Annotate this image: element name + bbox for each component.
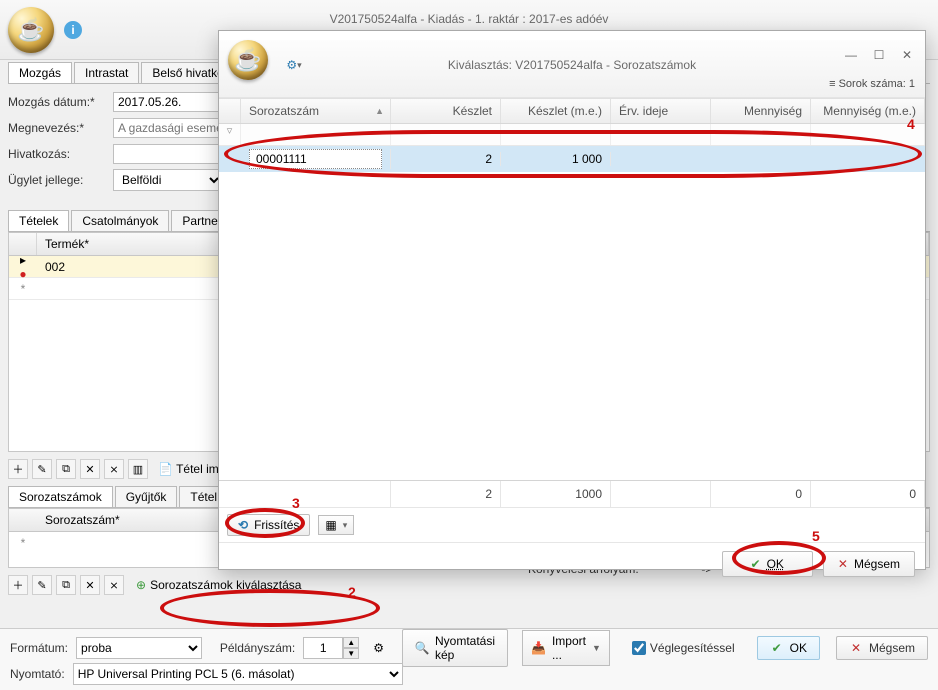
toolbar-export-icon[interactable]: ▥	[128, 459, 148, 479]
toolbar-delete-icon[interactable]: ✕	[80, 575, 100, 595]
add-icon: ⊕	[136, 578, 146, 592]
toolbar-delete-icon[interactable]: ✕	[80, 459, 100, 479]
toolbar-copy-icon[interactable]: ⧉	[56, 459, 76, 479]
check-icon: ✔	[751, 557, 761, 571]
sum-mennyiseg-me: 0	[811, 481, 925, 507]
dialog-gear-dropdown[interactable]: ⚙ ▾	[281, 54, 307, 76]
dialog-table[interactable]: Sorozatszám Készlet Készlet (m.e.) Érv. …	[219, 98, 925, 480]
info-icon[interactable]: i	[64, 21, 82, 39]
toolbar-add-icon[interactable]: ＋	[8, 459, 28, 479]
bottom-bar: Formátum: proba Példányszám: ▲▼ ⚙ 🔍Nyomt…	[0, 628, 938, 690]
spinner-up-icon[interactable]: ▲	[343, 637, 359, 648]
app-logo-icon: ☕	[228, 40, 268, 80]
dialog-title: Kiválasztás: V201750524alfa - Sorozatszá…	[448, 58, 696, 72]
dialog-header: ☕ ⚙ ▾ Kiválasztás: V201750524alfa - Soro…	[219, 40, 925, 98]
chevron-down-icon: ▾	[343, 520, 348, 531]
grid-options-dropdown[interactable]: ▦▾	[318, 515, 354, 535]
label-ugylet-jellege: Ügylet jellege:	[8, 173, 113, 187]
tab-csatolmanyok[interactable]: Csatolmányok	[71, 210, 169, 231]
refresh-icon: ⟲	[238, 518, 248, 532]
toolbar-remove-icon[interactable]: ⨯	[104, 575, 124, 595]
col-erv-ideje[interactable]: Érv. ideje	[611, 99, 711, 123]
toolbar-edit-icon[interactable]: ✎	[32, 459, 52, 479]
col-mennyiseg[interactable]: Mennyiség	[711, 99, 811, 123]
gear-icon[interactable]: ⚙	[373, 641, 384, 655]
row-count-label: Sorok száma: 1	[829, 78, 915, 90]
col-sorozatszam[interactable]: Sorozatszám	[241, 99, 391, 123]
main-window-title: V201750524alfa - Kiadás - 1. raktár : 20…	[330, 12, 609, 26]
tab-intrastat[interactable]: Intrastat	[74, 62, 139, 83]
label-nyomtato: Nyomtató:	[10, 667, 65, 681]
minimize-icon[interactable]: —	[839, 46, 863, 64]
checkbox-veglegesitessel[interactable]	[632, 641, 646, 655]
dialog-sum-row: 2 1000 0 0	[219, 480, 925, 507]
serial-selection-dialog: ☕ ⚙ ▾ Kiválasztás: V201750524alfa - Soro…	[218, 30, 926, 570]
cell-keszlet-me: 1 000	[501, 152, 611, 166]
select-ugylet-jellege[interactable]: Belföldi	[113, 169, 223, 191]
close-icon: ✕	[838, 557, 848, 571]
cell-sorozatszam-input[interactable]	[249, 149, 382, 169]
tab-gyujtok[interactable]: Gyűjtők	[115, 486, 178, 507]
main-ok-button[interactable]: ✔OK	[757, 636, 820, 660]
import-icon: 📥	[531, 641, 546, 655]
toolbar-copy-icon[interactable]: ⧉	[56, 575, 76, 595]
label-formatum: Formátum:	[10, 641, 68, 655]
main-cancel-button[interactable]: ✕Mégsem	[836, 636, 928, 660]
label-veglegesitessel: Véglegesítéssel	[650, 641, 735, 655]
spinner-down-icon[interactable]: ▼	[343, 648, 359, 659]
gear-icon: ⚙	[286, 58, 297, 72]
input-hivatkozas[interactable]	[113, 144, 223, 164]
print-preview-button[interactable]: 🔍Nyomtatási kép	[402, 629, 508, 667]
select-nyomtato[interactable]: HP Universal Printing PCL 5 (6. másolat)	[73, 663, 403, 685]
cell-keszlet: 2	[391, 152, 501, 166]
grid-icon: ▦	[325, 518, 336, 532]
sum-keszlet-me: 1000	[501, 481, 611, 507]
toolbar-remove-icon[interactable]: ⨯	[104, 459, 124, 479]
toolbar-edit-icon[interactable]: ✎	[32, 575, 52, 595]
tab-mozgas[interactable]: Mozgás	[8, 62, 72, 83]
chevron-down-icon: ▾	[297, 60, 302, 71]
dialog-table-header: Sorozatszám Készlet Készlet (m.e.) Érv. …	[219, 99, 925, 124]
veglegesitessel-checkbox[interactable]: Véglegesítéssel	[632, 641, 735, 655]
maximize-icon[interactable]: ☐	[867, 46, 891, 64]
chevron-down-icon: ▼	[592, 643, 601, 653]
col-termek[interactable]: Termék*	[45, 237, 89, 251]
app-logo-icon: ☕	[8, 7, 54, 53]
tab-sorozatszamok[interactable]: Sorozatszámok	[8, 486, 113, 507]
peldanyszam-spinner[interactable]: ▲▼	[303, 637, 359, 659]
table-row[interactable]: 2 1 000	[219, 146, 925, 172]
import-dropdown-button[interactable]: 📥Import ...▼	[522, 630, 610, 666]
dialog-cancel-button[interactable]: ✕Mégsem	[823, 551, 915, 577]
close-icon[interactable]: ✕	[895, 46, 919, 64]
refresh-button[interactable]: ⟲Frissítés	[227, 514, 310, 536]
select-formatum[interactable]: proba	[76, 637, 202, 659]
input-mozgas-datum[interactable]	[113, 92, 223, 112]
dialog-action-row: ⟲Frissítés ▦▾	[219, 507, 925, 542]
label-mozgas-datum: Mozgás dátum:*	[8, 95, 113, 109]
tab-tetelek[interactable]: Tételek	[8, 210, 69, 231]
magnifier-icon: 🔍	[415, 641, 429, 655]
filter-icon[interactable]: ▿	[219, 124, 241, 145]
dialog-ok-button[interactable]: ✔OK	[722, 551, 813, 577]
label-peldanyszam: Példányszám:	[220, 641, 295, 655]
dialog-filter-row[interactable]: ▿	[219, 124, 925, 146]
dialog-button-row: ✔OK ✕Mégsem	[219, 542, 925, 585]
label-megnevezes: Megnevezés:*	[8, 121, 113, 135]
label-hivatkozas: Hivatkozás:	[8, 147, 113, 161]
sum-mennyiseg: 0	[711, 481, 811, 507]
check-icon: ✔	[770, 641, 784, 655]
sum-keszlet: 2	[391, 481, 501, 507]
col-mennyiseg-me[interactable]: Mennyiség (m.e.)	[811, 99, 925, 123]
col-keszlet[interactable]: Készlet	[391, 99, 501, 123]
warning-icon: ●	[19, 267, 26, 281]
toolbar-add-icon[interactable]: ＋	[8, 575, 28, 595]
col-keszlet-me[interactable]: Készlet (m.e.)	[501, 99, 611, 123]
cell-termek-value[interactable]: 002	[37, 260, 73, 274]
close-icon: ✕	[849, 641, 863, 655]
input-peldanyszam[interactable]	[303, 637, 343, 659]
